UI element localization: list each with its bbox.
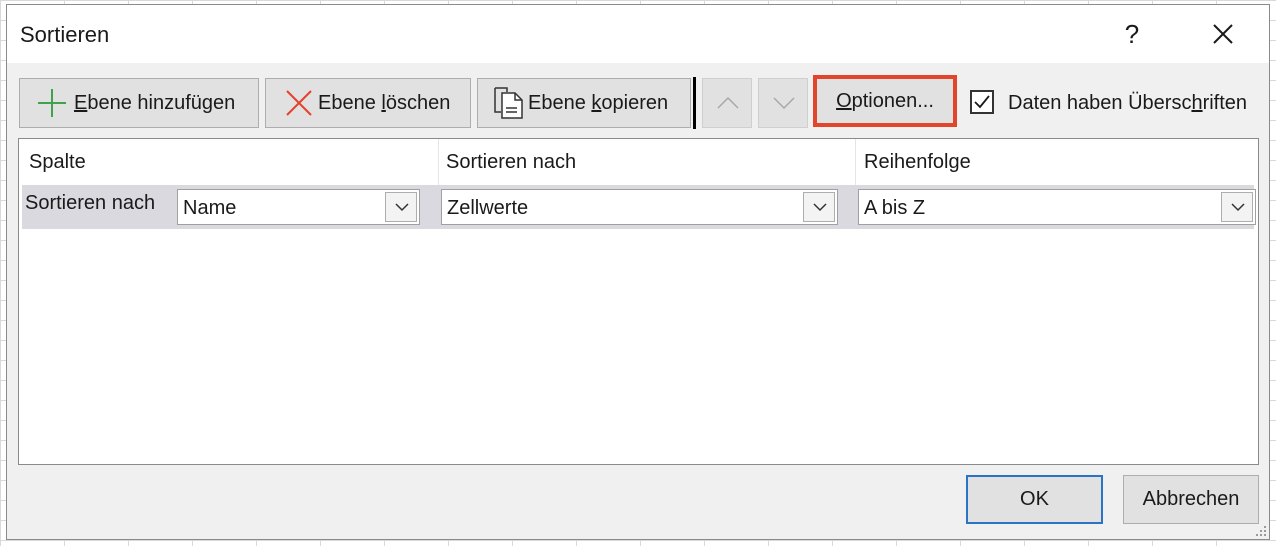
column-select-dropdown[interactable] xyxy=(385,192,417,222)
options-button[interactable]: Optionen... xyxy=(813,75,957,127)
chevron-down-icon xyxy=(773,97,795,110)
delete-level-label: Ebene löschen xyxy=(318,91,451,114)
title-bar: Sortieren ? xyxy=(7,5,1269,63)
chevron-down-icon xyxy=(395,203,409,212)
headers-checkbox[interactable] xyxy=(970,90,994,114)
headers-checkbox-label[interactable]: Daten haben Überschriften xyxy=(1008,92,1247,115)
x-delete-icon xyxy=(286,90,312,116)
options-label: Optionen... xyxy=(836,90,934,112)
sort-dialog: Sortieren ? Ebene hinzufügen Ebene lösch… xyxy=(6,4,1270,540)
row-label: Sortieren nach xyxy=(25,192,156,214)
column-select[interactable]: Name xyxy=(177,189,420,225)
plus-icon xyxy=(38,89,66,117)
copy-document-icon xyxy=(494,87,523,119)
delete-level-button[interactable]: Ebene löschen xyxy=(265,78,471,128)
move-up-button[interactable] xyxy=(702,78,752,128)
sort-on-select-dropdown[interactable] xyxy=(803,192,835,222)
dialog-title: Sortieren xyxy=(20,22,110,47)
close-icon xyxy=(1213,24,1233,44)
chevron-up-icon xyxy=(717,96,739,109)
column-select-value: Name xyxy=(183,197,237,219)
sort-on-select-value: Zellwerte xyxy=(447,197,529,219)
column-header-order: Reihenfolge xyxy=(864,151,971,173)
resize-grip-icon[interactable] xyxy=(1253,523,1267,537)
sort-level-row[interactable]: Sortieren nach Name Zellwerte A bis Z xyxy=(22,185,1256,229)
order-select-dropdown[interactable] xyxy=(1221,192,1253,222)
chevron-down-icon xyxy=(1231,203,1245,212)
sort-on-select[interactable]: Zellwerte xyxy=(441,189,838,225)
copy-level-button[interactable]: Ebene kopieren xyxy=(477,78,691,128)
add-level-label: Ebene hinzufügen xyxy=(74,91,236,114)
column-divider xyxy=(438,139,439,185)
cancel-button[interactable]: Abbrechen xyxy=(1123,475,1259,524)
chevron-down-icon xyxy=(813,203,827,212)
order-select-value: A bis Z xyxy=(864,197,926,219)
column-header-spalte: Spalte xyxy=(29,151,86,173)
column-header-sort-on: Sortieren nach xyxy=(446,151,577,173)
toolbar-separator xyxy=(693,77,696,129)
move-down-button[interactable] xyxy=(758,78,808,128)
order-select[interactable]: A bis Z xyxy=(858,189,1256,225)
add-level-button[interactable]: Ebene hinzufügen xyxy=(19,78,259,128)
help-button[interactable]: ? xyxy=(1107,11,1157,57)
sort-levels-grid: Spalte Sortieren nach Reihenfolge Sortie… xyxy=(18,138,1259,465)
ok-button[interactable]: OK xyxy=(966,475,1103,524)
column-divider xyxy=(855,139,856,185)
close-button[interactable] xyxy=(1197,11,1249,57)
copy-level-label: Ebene kopieren xyxy=(528,91,669,114)
checkmark-icon xyxy=(974,95,990,109)
